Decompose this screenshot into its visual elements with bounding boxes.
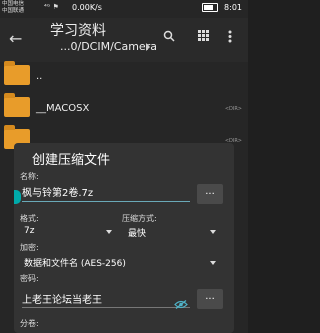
dir-tag: <DIR> [224,106,242,112]
password-field-underline [22,307,190,308]
format-select[interactable]: 7z [24,226,34,236]
password-field[interactable]: 上老王论坛当老王 [22,291,102,306]
password-options-button[interactable]: ... [197,289,223,309]
signal-icon: ⁴ᴳ ⚑ [44,3,59,11]
grid-icon[interactable] [198,30,209,45]
carrier-1: 中国电信 [2,1,25,7]
folder-icon [4,61,30,85]
app-bar: ← 学习资料 ...0/DCIM/Camera [0,18,248,62]
chevron-down-icon [210,261,216,265]
encryption-select[interactable]: 数据和文件名 (AES-256) [24,256,126,269]
text-cursor-handle[interactable] [14,190,21,204]
list-item[interactable]: .. [0,61,248,94]
breadcrumb[interactable]: ...0/DCIM/Camera [60,40,157,53]
network-speed: 0.00K/s [72,3,102,12]
carrier-labels: 中国电信 中国联通 [2,1,24,15]
visibility-toggle-icon[interactable] [174,294,188,309]
file-name: .. [36,71,43,82]
search-icon[interactable] [163,30,175,46]
chevron-right-icon [146,43,150,51]
list-item[interactable]: __MACOSX <DIR> [0,93,248,126]
dialog-title: 创建压缩文件 [32,153,111,168]
encryption-label: 加密: [20,243,39,252]
chevron-down-icon [106,230,112,234]
name-field[interactable]: 枫与铃第2卷.7z [22,184,93,199]
password-label: 密码: [20,274,39,283]
more-vert-icon[interactable] [228,30,232,47]
compression-select[interactable]: 最快 [128,226,146,239]
status-right: 8:01 [202,3,242,12]
split-label: 分卷: [20,319,39,328]
browse-button[interactable]: ... [197,184,223,204]
compression-label: 压缩方式: [122,214,157,223]
page-title: 学习资料 [50,23,106,39]
name-label: 名称: [20,172,39,181]
name-field-underline [22,201,190,202]
carrier-2: 中国联通 [2,8,25,14]
create-archive-dialog: 创建压缩文件 名称: 枫与铃第2卷.7z ... 格式: 压缩方式: 7z 最快… [14,143,234,333]
chevron-down-icon [210,230,216,234]
folder-icon [4,93,30,117]
status-bar: 中国电信 中国联通 ⁴ᴳ ⚑ 0.00K/s 8:01 [0,0,248,18]
file-name: __MACOSX [36,103,90,114]
back-arrow-icon[interactable]: ← [9,29,22,48]
battery-icon [202,3,219,12]
format-label: 格式: [20,214,39,223]
clock: 8:01 [224,3,242,12]
